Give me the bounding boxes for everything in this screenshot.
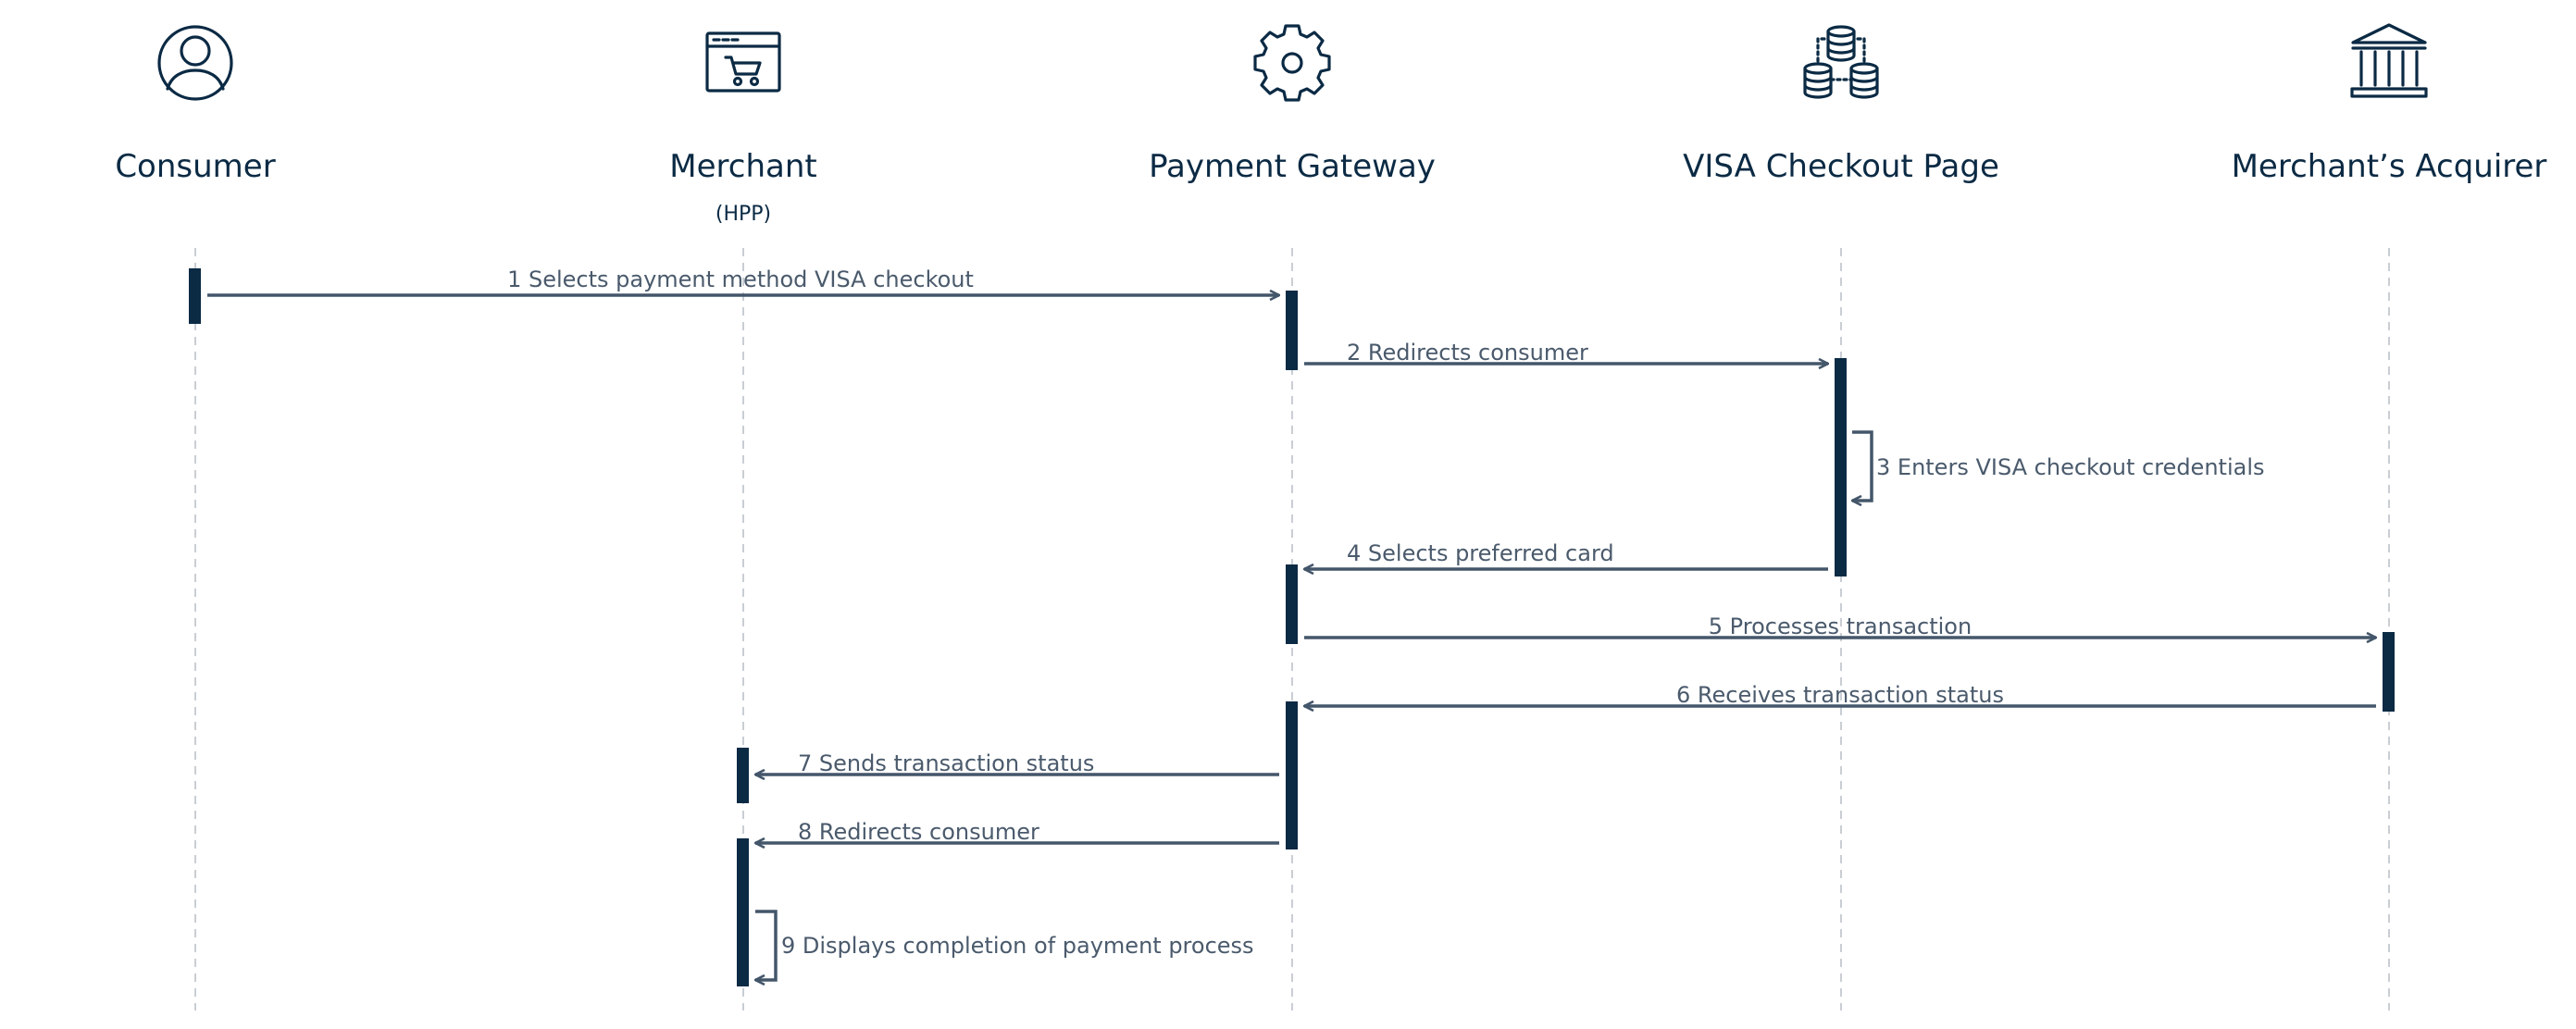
message-label-3: 3 Enters VISA checkout credentials bbox=[1876, 454, 2264, 480]
shopping-cart-browser-icon bbox=[705, 31, 781, 93]
message-label-7: 7 Sends transaction status bbox=[798, 750, 1094, 776]
user-icon bbox=[157, 25, 233, 101]
message-label-4: 4 Selects preferred card bbox=[1347, 540, 1614, 566]
message-label-2: 2 Redirects consumer bbox=[1347, 340, 1588, 366]
activation-bar-merchant-1 bbox=[737, 748, 749, 803]
gear-icon bbox=[1253, 24, 1331, 102]
activation-bar-gateway-1 bbox=[1286, 291, 1298, 370]
message-labels: 1 Selects payment method VISA checkout 2… bbox=[507, 267, 2264, 959]
actor-title-visa: VISA Checkout Page bbox=[1683, 148, 1999, 185]
activation-bar-gateway-2 bbox=[1286, 564, 1298, 644]
database-network-icon bbox=[1803, 25, 1879, 99]
actor-subtitle-merchant: (HPP) bbox=[716, 203, 771, 226]
activation-bar-gateway-3 bbox=[1286, 701, 1298, 849]
activation-bar-consumer-1 bbox=[189, 268, 201, 324]
sequence-diagram: Consumer Merchant (HPP) Payment Gateway … bbox=[115, 23, 2547, 1010]
message-label-5: 5 Processes transaction bbox=[1709, 614, 1972, 639]
message-label-1: 1 Selects payment method VISA checkout bbox=[507, 267, 974, 292]
message-arrow-3 bbox=[1852, 430, 1873, 501]
message-label-6: 6 Receives transaction status bbox=[1676, 682, 2004, 708]
actor-title-consumer: Consumer bbox=[115, 148, 275, 185]
bank-icon bbox=[2350, 23, 2428, 98]
activation-bar-merchant-2 bbox=[737, 838, 749, 986]
actor-title-acquirer: Merchant’s Acquirer bbox=[2232, 148, 2547, 185]
activation-bars bbox=[189, 268, 2395, 986]
message-label-8: 8 Redirects consumer bbox=[798, 819, 1039, 845]
actor-title-merchant: Merchant bbox=[669, 148, 816, 185]
activation-bar-acquirer-1 bbox=[2383, 632, 2395, 712]
activation-bar-visa-1 bbox=[1835, 358, 1847, 576]
message-arrow-9 bbox=[755, 910, 778, 980]
message-label-9: 9 Displays completion of payment process bbox=[781, 933, 1254, 959]
actor-title-gateway: Payment Gateway bbox=[1149, 148, 1436, 185]
